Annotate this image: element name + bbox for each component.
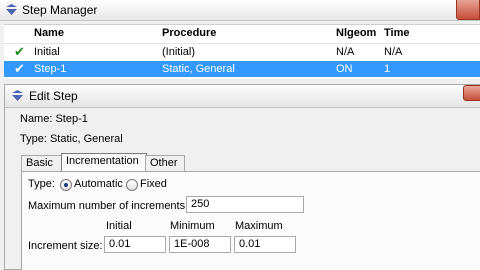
- column-header-name[interactable]: Name: [34, 27, 64, 39]
- max-increments-input[interactable]: 250: [186, 196, 304, 213]
- tab-other[interactable]: Other: [145, 155, 185, 171]
- window-title: Step Manager: [22, 3, 98, 17]
- step-nlgeom: N/A: [336, 46, 355, 58]
- abaqus-icon: [11, 89, 24, 105]
- step-name: Initial: [34, 46, 60, 58]
- column-header-procedure[interactable]: Procedure: [162, 27, 216, 39]
- step-table: Name Procedure Nlgeom Time ✔ Initial (In…: [4, 24, 480, 79]
- incrementation-panel: Type: Automatic Fixed Maximum number of …: [21, 171, 480, 270]
- close-button[interactable]: [456, 0, 480, 20]
- header-maximum: Maximum: [235, 220, 283, 232]
- table-header: Name Procedure Nlgeom Time: [4, 25, 480, 44]
- column-header-time[interactable]: Time: [384, 27, 409, 39]
- close-button[interactable]: [463, 85, 480, 101]
- step-procedure: Static, General: [162, 63, 235, 75]
- header-minimum: Minimum: [170, 220, 215, 232]
- checkmark-icon: ✔: [14, 61, 25, 76]
- edit-step-dialog: Edit Step Name: Step-1 Type: Static, Gen…: [4, 84, 480, 270]
- step-nlgeom: ON: [336, 63, 353, 75]
- initial-increment-input[interactable]: 0.01: [104, 236, 166, 253]
- dialog-title: Edit Step: [29, 89, 78, 103]
- checkmark-icon: ✔: [14, 44, 25, 59]
- step-time: N/A: [384, 46, 403, 58]
- tab-incrementation[interactable]: Incrementation: [61, 153, 147, 171]
- step-type-label: Type: Static, General: [20, 133, 123, 145]
- step-name: Step-1: [34, 63, 67, 75]
- step-name-label: Name: Step-1: [20, 113, 88, 125]
- table-row-selected[interactable]: ✔ Step-1 Static, General ON 1: [4, 61, 480, 77]
- radio-fixed[interactable]: [126, 179, 138, 191]
- minimum-increment-input[interactable]: 1E-008: [169, 236, 231, 253]
- type-label: Type:: [28, 178, 55, 190]
- abaqus-icon: [5, 3, 18, 19]
- increment-size-label: Increment size:: [28, 240, 103, 252]
- radio-fixed-label[interactable]: Fixed: [140, 178, 167, 190]
- step-manager-title-bar[interactable]: Step Manager: [0, 0, 480, 21]
- header-initial: Initial: [106, 220, 132, 232]
- maximum-increment-input[interactable]: 0.01: [234, 236, 296, 253]
- radio-automatic-label[interactable]: Automatic: [74, 178, 123, 190]
- edit-step-title-bar[interactable]: Edit Step: [5, 85, 480, 108]
- step-time: 1: [384, 63, 391, 75]
- tab-basic[interactable]: Basic: [21, 155, 64, 171]
- step-procedure: (Initial): [162, 46, 196, 58]
- column-header-nlgeom[interactable]: Nlgeom: [336, 27, 376, 39]
- max-increments-label: Maximum number of increments:: [28, 200, 189, 212]
- table-row[interactable]: ✔ Initial (Initial) N/A N/A: [4, 44, 480, 60]
- radio-automatic[interactable]: [60, 179, 72, 191]
